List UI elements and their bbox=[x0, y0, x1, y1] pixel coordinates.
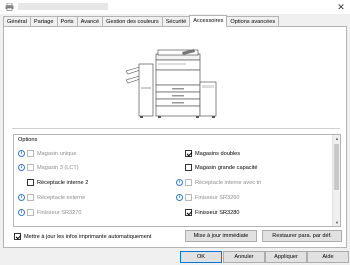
checkbox-checked[interactable] bbox=[185, 209, 192, 216]
info-icon[interactable]: i bbox=[18, 194, 25, 201]
printer-icon bbox=[5, 3, 14, 11]
option-tray-3-lct[interactable]: i Magasin 3 (LCT) bbox=[18, 163, 79, 172]
info-icon[interactable]: i bbox=[18, 209, 25, 216]
info-icon[interactable]: i bbox=[176, 179, 183, 186]
option-dual-trays[interactable]: Magasins doubles bbox=[185, 149, 240, 158]
checkbox bbox=[27, 194, 34, 201]
option-finisher-sr3280[interactable]: Finisseur SR3280 bbox=[185, 208, 239, 217]
options-group: Options i Magasin unique i Magasin 3 (LC… bbox=[13, 134, 341, 227]
apply-button[interactable]: Appliquer bbox=[265, 251, 307, 263]
info-icon[interactable]: i bbox=[18, 164, 25, 171]
scroll-thumb[interactable] bbox=[334, 144, 339, 190]
checkbox-checked[interactable] bbox=[185, 150, 192, 157]
option-large-capacity-tray[interactable]: Magasin grande capacité bbox=[185, 163, 258, 172]
checkbox[interactable] bbox=[27, 179, 34, 186]
option-label: Magasin unique bbox=[37, 150, 77, 157]
option-label: Magasin grande capacité bbox=[195, 164, 258, 171]
title-bar: ✕ bbox=[0, 0, 350, 14]
checkbox[interactable] bbox=[185, 164, 192, 171]
option-internal-shift-tray[interactable]: i Réceptacle interne avec tri bbox=[176, 178, 261, 187]
ok-button[interactable]: OK bbox=[180, 251, 222, 263]
info-icon[interactable]: i bbox=[18, 150, 25, 157]
printer-illustration bbox=[125, 49, 217, 118]
close-icon[interactable]: ✕ bbox=[336, 2, 346, 12]
option-label: Réceptacle interne avec tri bbox=[195, 179, 262, 186]
checkbox bbox=[27, 209, 34, 216]
scroll-up-arrow-icon[interactable]: ▲ bbox=[333, 135, 340, 142]
restore-defaults-button[interactable]: Restaurer para. par déf. bbox=[262, 230, 342, 242]
checkbox bbox=[27, 164, 34, 171]
divider bbox=[12, 128, 340, 129]
option-label: Finisseur SR3280 bbox=[195, 209, 240, 216]
checkbox-checked[interactable] bbox=[14, 233, 21, 240]
option-label: Finisseur SR3260 bbox=[195, 194, 240, 201]
info-icon[interactable]: i bbox=[176, 194, 183, 201]
update-now-button[interactable]: Mise à jour immédiate bbox=[185, 230, 257, 242]
accessories-panel: Options i Magasin unique i Magasin 3 (LC… bbox=[3, 26, 347, 248]
window-title-redacted bbox=[18, 3, 108, 10]
option-label: Magasins doubles bbox=[195, 150, 241, 157]
checkbox bbox=[185, 179, 192, 186]
option-internal-tray-2[interactable]: Réceptacle interne 2 bbox=[27, 178, 88, 187]
option-label: Réceptacle externe bbox=[37, 194, 86, 201]
option-label: Magasin 3 (LCT) bbox=[37, 164, 79, 171]
checkbox bbox=[185, 194, 192, 201]
option-finisher-sr3270[interactable]: i Finisseur SR3270 bbox=[18, 208, 81, 217]
option-single-tray[interactable]: i Magasin unique bbox=[18, 149, 77, 158]
option-label: Finisseur SR3270 bbox=[37, 209, 82, 216]
options-title: Options bbox=[18, 137, 38, 143]
cancel-button[interactable]: Annuler bbox=[223, 251, 265, 263]
scroll-down-arrow-icon[interactable]: ▼ bbox=[333, 219, 340, 226]
option-label: Réceptacle interne 2 bbox=[37, 179, 89, 186]
printer-properties-window: ✕ Général Partage Ports Avancé Gestion d… bbox=[0, 0, 350, 265]
auto-update-option[interactable]: Mettre à jour les infos imprimante autom… bbox=[14, 232, 151, 241]
option-finisher-sr3260[interactable]: i Finisseur SR3260 bbox=[176, 193, 239, 202]
checkbox bbox=[27, 150, 34, 157]
options-scrollbar[interactable]: ▲ ▼ bbox=[332, 135, 340, 226]
help-button[interactable]: Aide bbox=[307, 251, 349, 263]
tab-accessories[interactable]: Accessoires bbox=[189, 15, 228, 27]
auto-update-label: Mettre à jour les infos imprimante autom… bbox=[24, 233, 152, 240]
option-external-tray[interactable]: i Réceptacle externe bbox=[18, 193, 85, 202]
